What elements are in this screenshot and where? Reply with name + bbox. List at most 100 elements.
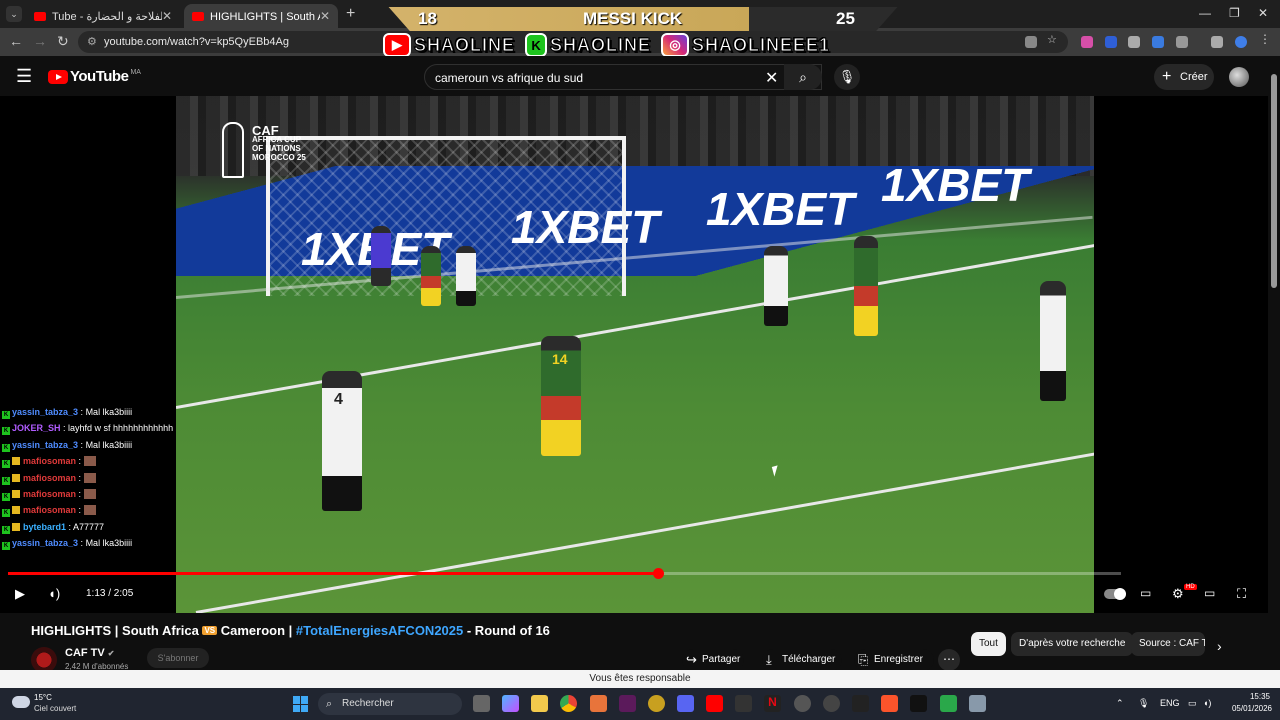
taskbar-search[interactable]: ⌕ Rechercher	[318, 693, 462, 715]
brave-icon[interactable]	[881, 695, 898, 712]
chat-username[interactable]: yassin_tabza_3	[12, 538, 78, 548]
kick-badge-icon: K	[2, 492, 10, 501]
chat-username[interactable]: yassin_tabza_3	[12, 407, 78, 417]
netflix-icon[interactable]: N	[764, 695, 781, 712]
search-input[interactable]: cameroun vs afrique du sud ✕	[424, 64, 822, 90]
close-icon[interactable]: ✕	[162, 9, 172, 23]
new-tab-button[interactable]: +	[346, 5, 355, 23]
youtube-app-icon[interactable]	[706, 695, 723, 712]
autoplay-toggle[interactable]	[1104, 588, 1126, 600]
menu-kebab-icon[interactable]: ⋮	[1259, 32, 1271, 46]
extension-icon[interactable]	[1105, 36, 1117, 48]
task-view-icon[interactable]	[473, 695, 490, 712]
file-explorer-icon[interactable]	[531, 695, 548, 712]
network-icon[interactable]: ▭	[1188, 698, 1197, 709]
app-icon[interactable]	[823, 695, 840, 712]
install-app-icon[interactable]	[1025, 36, 1037, 48]
reload-icon[interactable]: ↻	[57, 33, 69, 50]
progress-bar[interactable]	[8, 568, 1121, 579]
chat-username[interactable]: yassin_tabza_3	[12, 440, 78, 450]
play-icon[interactable]: ▶	[15, 586, 25, 602]
extension-icon[interactable]	[1152, 36, 1164, 48]
settings-gear-icon[interactable]: ⚙	[1172, 586, 1184, 602]
search-icon: ⌕	[326, 698, 333, 710]
windows-start-icon[interactable]	[293, 696, 309, 712]
more-actions-button[interactable]: ⋯	[938, 649, 960, 671]
window-close-icon[interactable]: ✕	[1258, 6, 1268, 20]
chat-username[interactable]: JOKER_SH	[12, 423, 61, 433]
create-button[interactable]: + Créer	[1154, 64, 1214, 90]
chat-username[interactable]: bytebard1	[23, 522, 66, 532]
bookmark-star-icon[interactable]: ☆	[1047, 33, 1059, 46]
close-icon[interactable]: ✕	[320, 9, 330, 23]
emote-icon	[83, 488, 96, 499]
tradingview-icon[interactable]	[910, 695, 927, 712]
profile-avatar-icon[interactable]	[1235, 36, 1247, 48]
theater-mode-icon[interactable]: ▭	[1204, 586, 1215, 600]
scrollbar-thumb[interactable]	[1271, 74, 1277, 288]
language-indicator[interactable]: ENG	[1160, 698, 1180, 708]
extension-icon[interactable]	[1128, 36, 1140, 48]
teams-icon[interactable]	[677, 695, 694, 712]
browser-tab-1[interactable]: Tube - منتخب الفلاحة و الحضارة ✕	[26, 4, 180, 28]
chip-all[interactable]: Tout	[971, 632, 1006, 656]
jersey-number: 14	[552, 351, 568, 367]
forward-icon[interactable]: →	[33, 33, 47, 49]
save-button[interactable]: ⎘ Enregistrer	[854, 649, 934, 671]
tab-search-button[interactable]: ⌄	[6, 6, 22, 22]
extensions-puzzle-icon[interactable]	[1176, 36, 1188, 48]
app-icon[interactable]	[648, 695, 665, 712]
fullscreen-icon[interactable]: ⛶	[1237, 586, 1246, 602]
extension-icon[interactable]	[1081, 36, 1093, 48]
search-button[interactable]: ⌕	[784, 64, 822, 90]
hamburger-menu-icon[interactable]: ☰	[16, 66, 32, 87]
speaker-icon[interactable]: ◖)	[1203, 698, 1211, 708]
channel-name[interactable]: CAF TV ✔	[65, 647, 115, 659]
app-icon[interactable]	[940, 695, 957, 712]
restore-icon[interactable]: ❐	[1229, 6, 1240, 20]
video-player[interactable]: 1XBET 1XBET 1XBET 1XBET 14 4 CAF AFRICA …	[0, 96, 1268, 613]
clock-date[interactable]: 05/01/2026	[1228, 704, 1272, 713]
app-icon[interactable]	[735, 695, 752, 712]
chip-source[interactable]: Source : CAF TV	[1131, 632, 1205, 656]
cloud-icon[interactable]	[12, 696, 30, 708]
browser-tab-2[interactable]: HIGHLIGHTS | South Africa 🆚 Ca ✕	[184, 4, 338, 28]
site-info-icon[interactable]: ⚙	[87, 31, 97, 53]
youtube-logo[interactable]: YouTube MA	[48, 68, 141, 85]
chevron-right-icon[interactable]: ›	[1217, 638, 1222, 654]
page-scrollbar[interactable]	[1268, 56, 1280, 670]
video-frame[interactable]: 1XBET 1XBET 1XBET 1XBET 14 4 CAF AFRICA …	[176, 96, 1094, 613]
subtitles-icon[interactable]: ▭	[1140, 586, 1151, 600]
chip-from-search[interactable]: D'après votre recherche	[1011, 632, 1134, 656]
settings-icon[interactable]	[969, 695, 986, 712]
app-icon[interactable]	[794, 695, 811, 712]
app-icon[interactable]	[619, 695, 636, 712]
crown-badge-icon	[12, 473, 20, 482]
ad-text: 1XBET	[881, 159, 1030, 211]
reading-list-icon[interactable]	[1211, 36, 1223, 48]
title-middle: Cameroon |	[217, 623, 296, 638]
chat-username[interactable]: mafiosoman	[23, 456, 76, 466]
scrubber-handle[interactable]	[652, 568, 664, 579]
share-button[interactable]: ↪ Partager	[682, 649, 744, 671]
chat-username[interactable]: mafiosoman	[23, 473, 76, 483]
account-avatar[interactable]	[1229, 67, 1249, 87]
back-icon[interactable]: ←	[9, 33, 23, 49]
chrome-icon[interactable]	[560, 695, 577, 712]
voice-search-button[interactable]: 🎙	[834, 64, 860, 90]
microphone-tray-icon[interactable]: 🎙	[1138, 698, 1149, 709]
download-button[interactable]: ⤓ Télécharger	[762, 649, 842, 671]
app-icon[interactable]	[590, 695, 607, 712]
chat-separator: :	[66, 521, 74, 532]
hashtag-link[interactable]: #TotalEnergiesAFCON2025	[296, 623, 463, 638]
chat-username[interactable]: mafiosoman	[23, 489, 76, 499]
subscribe-button[interactable]: S'abonner	[147, 648, 209, 668]
volume-icon[interactable]: ◖)	[48, 586, 60, 601]
copilot-icon[interactable]	[502, 695, 519, 712]
app-icon[interactable]	[852, 695, 869, 712]
clock-time[interactable]: 15:35	[1238, 692, 1270, 701]
chat-username[interactable]: mafiosoman	[23, 505, 76, 515]
clear-search-icon[interactable]: ✕	[765, 68, 778, 88]
chevron-up-icon[interactable]: ⌃	[1116, 698, 1124, 709]
minimize-icon[interactable]: —	[1199, 6, 1211, 20]
